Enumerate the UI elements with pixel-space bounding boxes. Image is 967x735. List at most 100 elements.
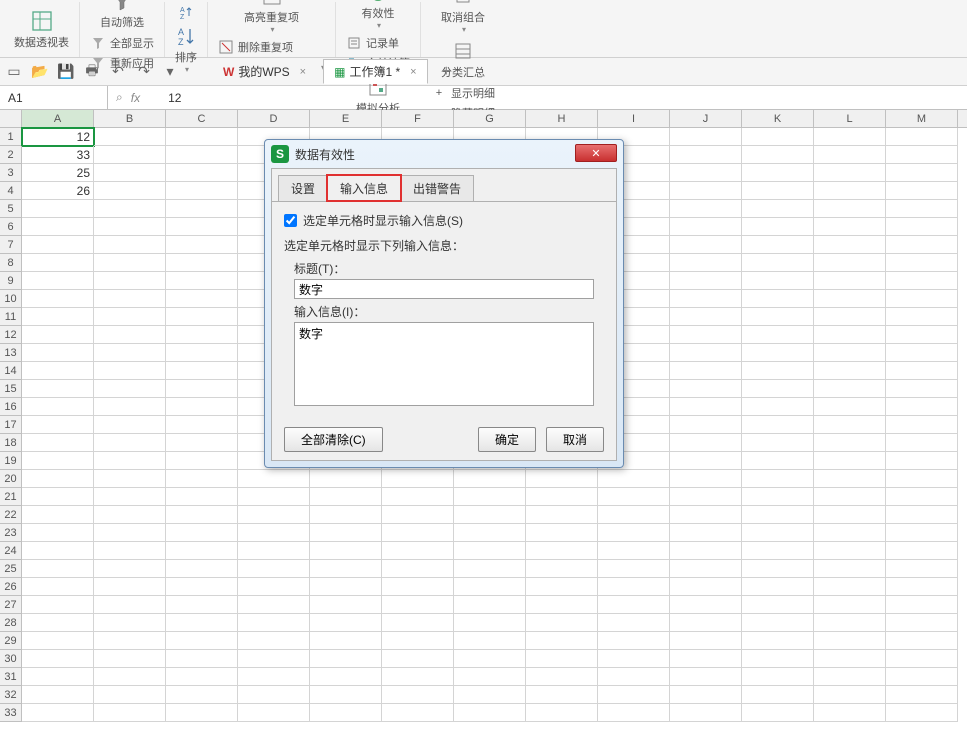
cell[interactable] — [166, 578, 238, 596]
cell[interactable] — [22, 524, 94, 542]
cell[interactable] — [166, 218, 238, 236]
cell[interactable] — [22, 326, 94, 344]
cell[interactable] — [382, 596, 454, 614]
tab-wps[interactable]: W 我的WPS × — [212, 59, 317, 84]
cell[interactable] — [22, 380, 94, 398]
cell[interactable] — [886, 164, 958, 182]
dialog-close-button[interactable]: ✕ — [575, 144, 617, 162]
cell[interactable] — [22, 290, 94, 308]
cell[interactable] — [166, 560, 238, 578]
cell[interactable] — [94, 560, 166, 578]
cell[interactable] — [742, 668, 814, 686]
cell[interactable] — [22, 560, 94, 578]
row-header[interactable]: 27 — [0, 596, 22, 614]
col-header-D[interactable]: D — [238, 110, 310, 127]
cell[interactable] — [166, 704, 238, 722]
sort-asc-button[interactable]: AZ — [174, 0, 198, 1]
cell[interactable] — [742, 326, 814, 344]
cell[interactable] — [526, 470, 598, 488]
cell[interactable] — [22, 434, 94, 452]
cell[interactable] — [886, 650, 958, 668]
clear-all-button[interactable]: 全部清除(C) — [284, 427, 383, 452]
cell[interactable] — [742, 344, 814, 362]
cell[interactable] — [742, 254, 814, 272]
cell[interactable] — [454, 506, 526, 524]
cell[interactable] — [670, 470, 742, 488]
tab-wps-close[interactable]: × — [300, 66, 306, 78]
cell[interactable]: 12 — [22, 128, 94, 146]
cell[interactable] — [814, 560, 886, 578]
highlight-dup-button[interactable]: 高亮重复项▾ — [240, 0, 303, 36]
col-header-B[interactable]: B — [94, 110, 166, 127]
cell[interactable] — [238, 470, 310, 488]
cell[interactable] — [886, 596, 958, 614]
cell[interactable] — [310, 686, 382, 704]
cell[interactable] — [526, 578, 598, 596]
cell[interactable] — [670, 326, 742, 344]
cell[interactable] — [742, 128, 814, 146]
row-header[interactable]: 13 — [0, 344, 22, 362]
cell[interactable] — [526, 704, 598, 722]
qat-redo-icon[interactable]: ↷ — [134, 62, 154, 82]
sort-desc-button[interactable]: AZ — [174, 3, 198, 21]
pivot-table-button[interactable]: 数据透视表 — [10, 8, 73, 52]
cell[interactable] — [670, 488, 742, 506]
cell[interactable] — [94, 254, 166, 272]
cell[interactable] — [814, 668, 886, 686]
cell[interactable] — [670, 146, 742, 164]
cell[interactable] — [166, 596, 238, 614]
cell[interactable] — [886, 362, 958, 380]
cell[interactable] — [238, 614, 310, 632]
cell[interactable] — [814, 272, 886, 290]
cell[interactable] — [94, 686, 166, 704]
dialog-tab-error[interactable]: 出错警告 — [400, 175, 474, 201]
row-header[interactable]: 28 — [0, 614, 22, 632]
cell[interactable] — [166, 506, 238, 524]
cell[interactable] — [742, 614, 814, 632]
cell[interactable] — [886, 488, 958, 506]
cell[interactable] — [166, 200, 238, 218]
tab-workbook-close[interactable]: × — [410, 66, 416, 78]
cell[interactable] — [742, 200, 814, 218]
dialog-tab-settings[interactable]: 设置 — [278, 175, 328, 201]
cell[interactable] — [814, 686, 886, 704]
cell[interactable] — [238, 560, 310, 578]
cell[interactable] — [94, 164, 166, 182]
cell[interactable] — [94, 416, 166, 434]
row-header[interactable]: 11 — [0, 308, 22, 326]
cell[interactable] — [742, 416, 814, 434]
cell[interactable] — [742, 488, 814, 506]
cell[interactable] — [526, 668, 598, 686]
autofilter-button[interactable]: 自动筛选 — [96, 0, 148, 32]
cell[interactable] — [670, 506, 742, 524]
cell[interactable] — [454, 542, 526, 560]
cell[interactable] — [598, 560, 670, 578]
col-header-C[interactable]: C — [166, 110, 238, 127]
row-header[interactable]: 9 — [0, 272, 22, 290]
cell[interactable] — [886, 236, 958, 254]
cell[interactable] — [310, 488, 382, 506]
cell[interactable] — [166, 254, 238, 272]
cell[interactable] — [22, 704, 94, 722]
cell[interactable] — [814, 704, 886, 722]
cell[interactable] — [94, 344, 166, 362]
dialog-titlebar[interactable]: S 数据有效性 ✕ — [265, 140, 623, 168]
cell[interactable] — [598, 578, 670, 596]
cell[interactable] — [598, 650, 670, 668]
cell[interactable] — [94, 704, 166, 722]
cell[interactable] — [598, 686, 670, 704]
cell[interactable] — [94, 470, 166, 488]
tab-workbook[interactable]: ▦ 工作簿1 * × — [323, 59, 427, 84]
cell[interactable] — [238, 704, 310, 722]
col-header-J[interactable]: J — [670, 110, 742, 127]
cell[interactable] — [382, 632, 454, 650]
cell[interactable] — [526, 560, 598, 578]
message-textarea[interactable] — [294, 322, 594, 406]
cell[interactable] — [814, 380, 886, 398]
cell[interactable] — [310, 668, 382, 686]
cell[interactable] — [742, 596, 814, 614]
cell[interactable] — [526, 524, 598, 542]
qat-undo-icon[interactable]: ↶ — [108, 62, 128, 82]
cell[interactable] — [526, 542, 598, 560]
cell[interactable] — [22, 272, 94, 290]
